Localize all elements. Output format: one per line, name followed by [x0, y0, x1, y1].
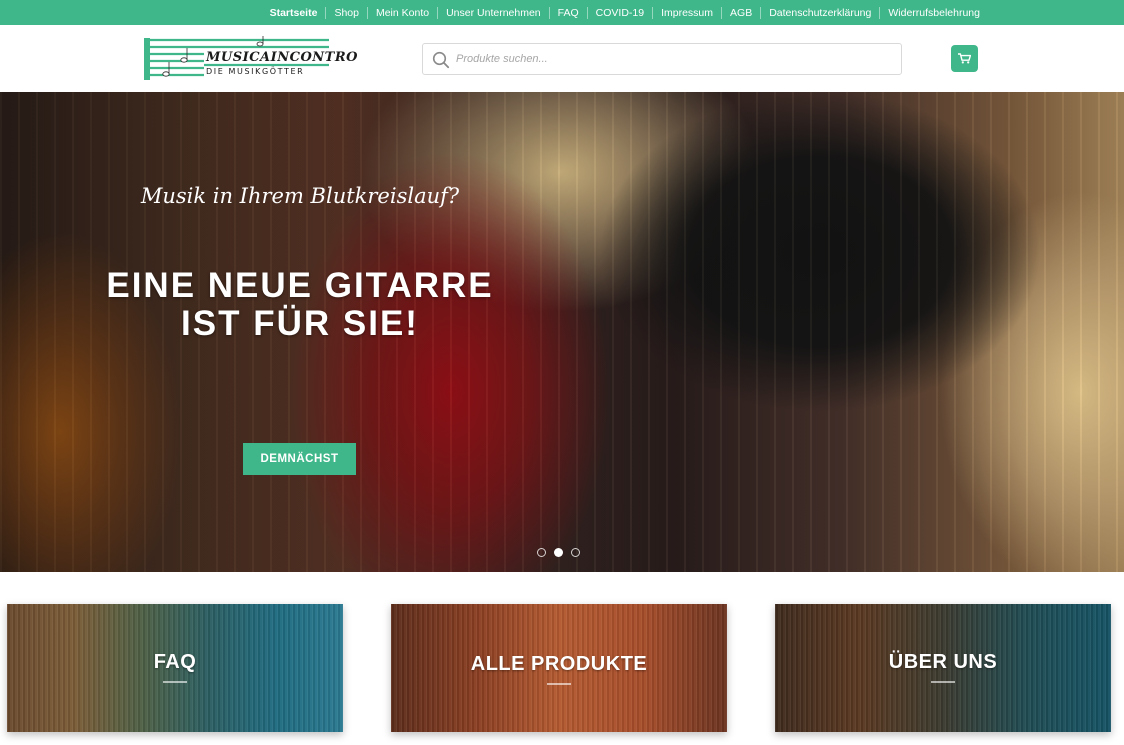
topnav-link-agb[interactable]: AGB — [721, 6, 760, 19]
top-navigation: Startseite Shop Mein Konto Unser Unterne… — [262, 0, 988, 25]
top-bar: Startseite Shop Mein Konto Unser Unterne… — [0, 0, 1124, 25]
hero-subtitle: Musik in Ihrem Blutkreislauf? — [140, 184, 460, 208]
site-header: MUSICAINCONTRO DIE MUSIKGÖTTER — [0, 25, 1124, 92]
tile-about-us[interactable]: ÜBER UNS — [775, 604, 1111, 732]
tile-faq-label: FAQ — [153, 651, 197, 673]
topnav-link-mein-konto[interactable]: Mein Konto — [366, 6, 437, 19]
slider-dot-1[interactable] — [537, 548, 546, 557]
topnav-link-impressum[interactable]: Impressum — [652, 6, 721, 19]
tile-divider — [547, 683, 571, 685]
topnav-link-shop[interactable]: Shop — [325, 6, 367, 19]
tile-divider — [931, 681, 955, 683]
topnav-link-covid-19[interactable]: COVID-19 — [586, 6, 652, 19]
search-input[interactable] — [456, 45, 896, 73]
search-icon[interactable] — [432, 51, 450, 69]
logo-tagline: DIE MUSIKGÖTTER — [206, 67, 305, 76]
product-search — [422, 43, 902, 75]
slider-dot-2[interactable] — [554, 548, 563, 557]
site-logo[interactable]: MUSICAINCONTRO DIE MUSIKGÖTTER — [144, 34, 357, 82]
tile-divider — [163, 681, 187, 683]
slider-pagination — [537, 548, 580, 557]
hero-slider: Musik in Ihrem Blutkreislauf? EINE NEUE … — [0, 92, 1124, 572]
slider-dot-3[interactable] — [571, 548, 580, 557]
topnav-link-faq[interactable]: FAQ — [548, 6, 587, 19]
tile-all-products[interactable]: ALLE PRODUKTE — [391, 604, 727, 732]
hero-title: EINE NEUE GITARRE IST FÜR SIE! — [106, 266, 494, 343]
shopping-cart-icon — [958, 53, 971, 64]
tile-all-products-label: ALLE PRODUKTE — [470, 653, 648, 675]
topnav-link-widerrufsbelehrung[interactable]: Widerrufsbelehrung — [879, 6, 988, 19]
topnav-link-startseite[interactable]: Startseite — [262, 7, 326, 19]
tile-faq[interactable]: FAQ — [7, 604, 343, 732]
cart-button[interactable] — [951, 45, 978, 72]
topnav-link-datenschutzerklaerung[interactable]: Datenschutzerklärung — [760, 6, 879, 19]
coming-soon-button[interactable]: DEMNÄCHST — [243, 443, 356, 475]
logo-wordmark: MUSICAINCONTRO — [206, 50, 358, 65]
topnav-link-unser-unternehmen[interactable]: Unser Unternehmen — [437, 6, 549, 19]
tile-about-us-label: ÜBER UNS — [888, 651, 998, 673]
